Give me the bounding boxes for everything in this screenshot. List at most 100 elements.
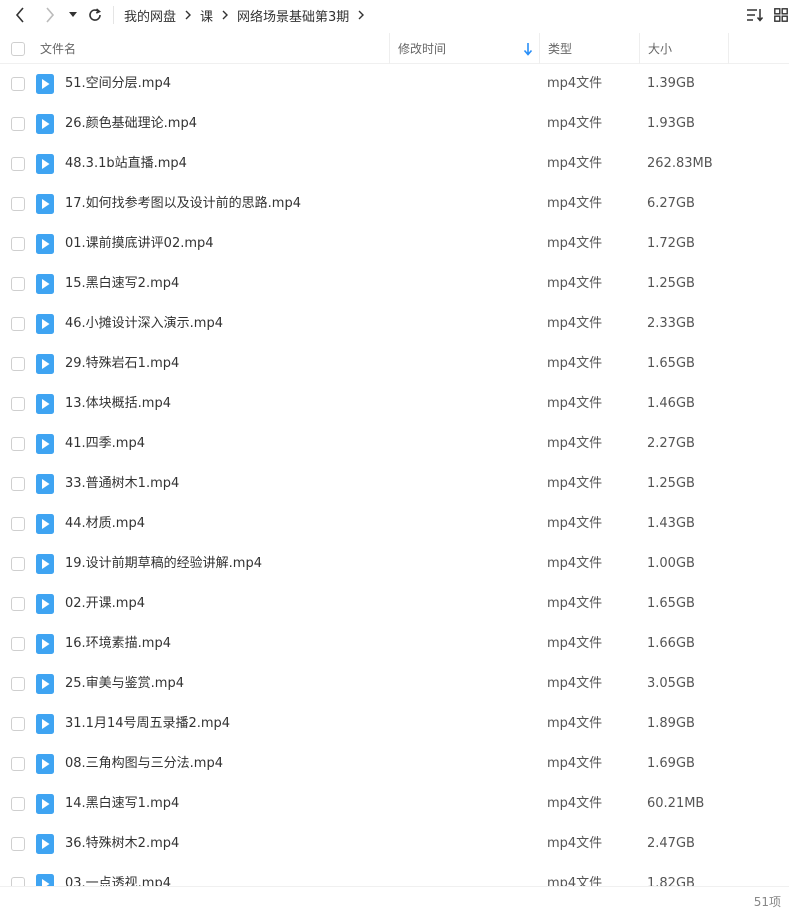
row-checkbox[interactable]: [11, 277, 25, 291]
breadcrumb-item[interactable]: 网络场景基础第3期: [237, 6, 349, 25]
breadcrumb-item[interactable]: 我的网盘: [124, 6, 176, 25]
video-file-icon: [36, 474, 54, 494]
file-name: 19.设计前期草稿的经验讲解.mp4: [65, 556, 262, 571]
table-row[interactable]: 14.黑白速写1.mp4 mp4文件 60.21MB: [0, 784, 789, 824]
row-checkbox[interactable]: [11, 717, 25, 731]
row-checkbox[interactable]: [11, 237, 25, 251]
video-file-icon: [36, 354, 54, 374]
column-header-size[interactable]: 大小: [639, 33, 729, 64]
file-browser: 我的网盘 课 网络场景基础第3期 文件名 修改时间 类型 大小 51.空间分层.…: [0, 0, 789, 913]
table-row[interactable]: 31.1月14号周五录播2.mp4 mp4文件 1.89GB: [0, 704, 789, 744]
breadcrumb: 我的网盘 课 网络场景基础第3期: [124, 5, 373, 25]
video-file-icon: [36, 194, 54, 214]
file-name: 26.颜色基础理论.mp4: [65, 116, 197, 131]
file-name: 08.三角构图与三分法.mp4: [65, 756, 223, 771]
file-size: 2.47GB: [647, 836, 695, 851]
file-name: 51.空间分层.mp4: [65, 76, 171, 91]
video-file-icon: [36, 114, 54, 134]
file-name: 36.特殊树木2.mp4: [65, 836, 180, 851]
back-button[interactable]: [10, 4, 30, 26]
table-row[interactable]: 08.三角构图与三分法.mp4 mp4文件 1.69GB: [0, 744, 789, 784]
table-row[interactable]: 13.体块概括.mp4 mp4文件 1.46GB: [0, 384, 789, 424]
top-bar: 我的网盘 课 网络场景基础第3期: [0, 0, 789, 30]
video-file-icon: [36, 154, 54, 174]
table-row[interactable]: 33.普通树木1.mp4 mp4文件 1.25GB: [0, 464, 789, 504]
row-checkbox[interactable]: [11, 157, 25, 171]
file-size: 60.21MB: [647, 796, 705, 811]
table-row[interactable]: 26.颜色基础理论.mp4 mp4文件 1.93GB: [0, 104, 789, 144]
table-row[interactable]: 17.如何找参考图以及设计前的思路.mp4 mp4文件 6.27GB: [0, 184, 789, 224]
row-checkbox[interactable]: [11, 637, 25, 651]
table-row[interactable]: 15.黑白速写2.mp4 mp4文件 1.25GB: [0, 264, 789, 304]
select-all-checkbox[interactable]: [11, 41, 25, 56]
table-row[interactable]: 41.四季.mp4 mp4文件 2.27GB: [0, 424, 789, 464]
table-row[interactable]: 01.课前摸底讲评02.mp4 mp4文件 1.72GB: [0, 224, 789, 264]
file-name: 15.黑白速写2.mp4: [65, 276, 180, 291]
row-checkbox[interactable]: [11, 757, 25, 771]
column-header-type[interactable]: 类型: [539, 33, 639, 64]
file-type: mp4文件: [547, 836, 603, 851]
video-file-icon: [36, 514, 54, 534]
breadcrumb-item[interactable]: 课: [200, 6, 213, 25]
sort-menu-button[interactable]: [745, 5, 765, 25]
file-name: 13.体块概括.mp4: [65, 396, 171, 411]
file-type: mp4文件: [547, 236, 603, 251]
column-header-name[interactable]: 文件名: [40, 33, 388, 64]
file-name: 33.普通树木1.mp4: [65, 476, 180, 491]
row-checkbox[interactable]: [11, 357, 25, 371]
row-checkbox[interactable]: [11, 317, 25, 331]
table-row[interactable]: 48.3.1b站直播.mp4 mp4文件 262.83MB: [0, 144, 789, 184]
refresh-button[interactable]: [85, 4, 105, 26]
row-checkbox[interactable]: [11, 877, 25, 886]
table-row[interactable]: 03.一点透视.mp4 mp4文件 1.82GB: [0, 864, 789, 886]
file-size: 1.00GB: [647, 556, 695, 571]
table-row[interactable]: 02.开课.mp4 mp4文件 1.65GB: [0, 584, 789, 624]
table-row[interactable]: 36.特殊树木2.mp4 mp4文件 2.47GB: [0, 824, 789, 864]
row-checkbox[interactable]: [11, 77, 25, 91]
table-header: 文件名 修改时间 类型 大小: [0, 33, 789, 64]
row-checkbox[interactable]: [11, 397, 25, 411]
file-name: 01.课前摸底讲评02.mp4: [65, 236, 214, 251]
table-row[interactable]: 51.空间分层.mp4 mp4文件 1.39GB: [0, 64, 789, 104]
table-row[interactable]: 44.材质.mp4 mp4文件 1.43GB: [0, 504, 789, 544]
file-size: 2.33GB: [647, 316, 695, 331]
row-checkbox[interactable]: [11, 557, 25, 571]
file-type: mp4文件: [547, 556, 603, 571]
row-checkbox[interactable]: [11, 797, 25, 811]
file-type: mp4文件: [547, 516, 603, 531]
file-size: 6.27GB: [647, 196, 695, 211]
file-size: 262.83MB: [647, 156, 713, 171]
file-type: mp4文件: [547, 596, 603, 611]
file-type: mp4文件: [547, 276, 603, 291]
row-checkbox[interactable]: [11, 517, 25, 531]
history-dropdown-button[interactable]: [65, 4, 81, 26]
table-row[interactable]: 29.特殊岩石1.mp4 mp4文件 1.65GB: [0, 344, 789, 384]
file-type: mp4文件: [547, 756, 603, 771]
video-file-icon: [36, 74, 54, 94]
table-row[interactable]: 19.设计前期草稿的经验讲解.mp4 mp4文件 1.00GB: [0, 544, 789, 584]
row-checkbox[interactable]: [11, 117, 25, 131]
file-type: mp4文件: [547, 396, 603, 411]
row-checkbox[interactable]: [11, 477, 25, 491]
row-checkbox[interactable]: [11, 597, 25, 611]
row-checkbox[interactable]: [11, 437, 25, 451]
file-name: 41.四季.mp4: [65, 436, 145, 451]
file-type: mp4文件: [547, 316, 603, 331]
table-row[interactable]: 16.环境素描.mp4 mp4文件 1.66GB: [0, 624, 789, 664]
video-file-icon: [36, 394, 54, 414]
table-row[interactable]: 46.小摊设计深入演示.mp4 mp4文件 2.33GB: [0, 304, 789, 344]
row-checkbox[interactable]: [11, 837, 25, 851]
forward-button[interactable]: [40, 4, 60, 26]
chevron-right-icon[interactable]: [357, 10, 365, 20]
file-type: mp4文件: [547, 196, 603, 211]
column-header-mtime[interactable]: 修改时间: [389, 33, 539, 64]
file-size: 3.05GB: [647, 676, 695, 691]
video-file-icon: [36, 674, 54, 694]
table-row[interactable]: 25.审美与鉴赏.mp4 mp4文件 3.05GB: [0, 664, 789, 704]
grid-view-button[interactable]: [773, 5, 789, 25]
grid-icon: [774, 8, 788, 22]
refresh-icon: [89, 8, 101, 21]
row-checkbox[interactable]: [11, 197, 25, 211]
file-name: 02.开课.mp4: [65, 596, 145, 611]
row-checkbox[interactable]: [11, 677, 25, 691]
